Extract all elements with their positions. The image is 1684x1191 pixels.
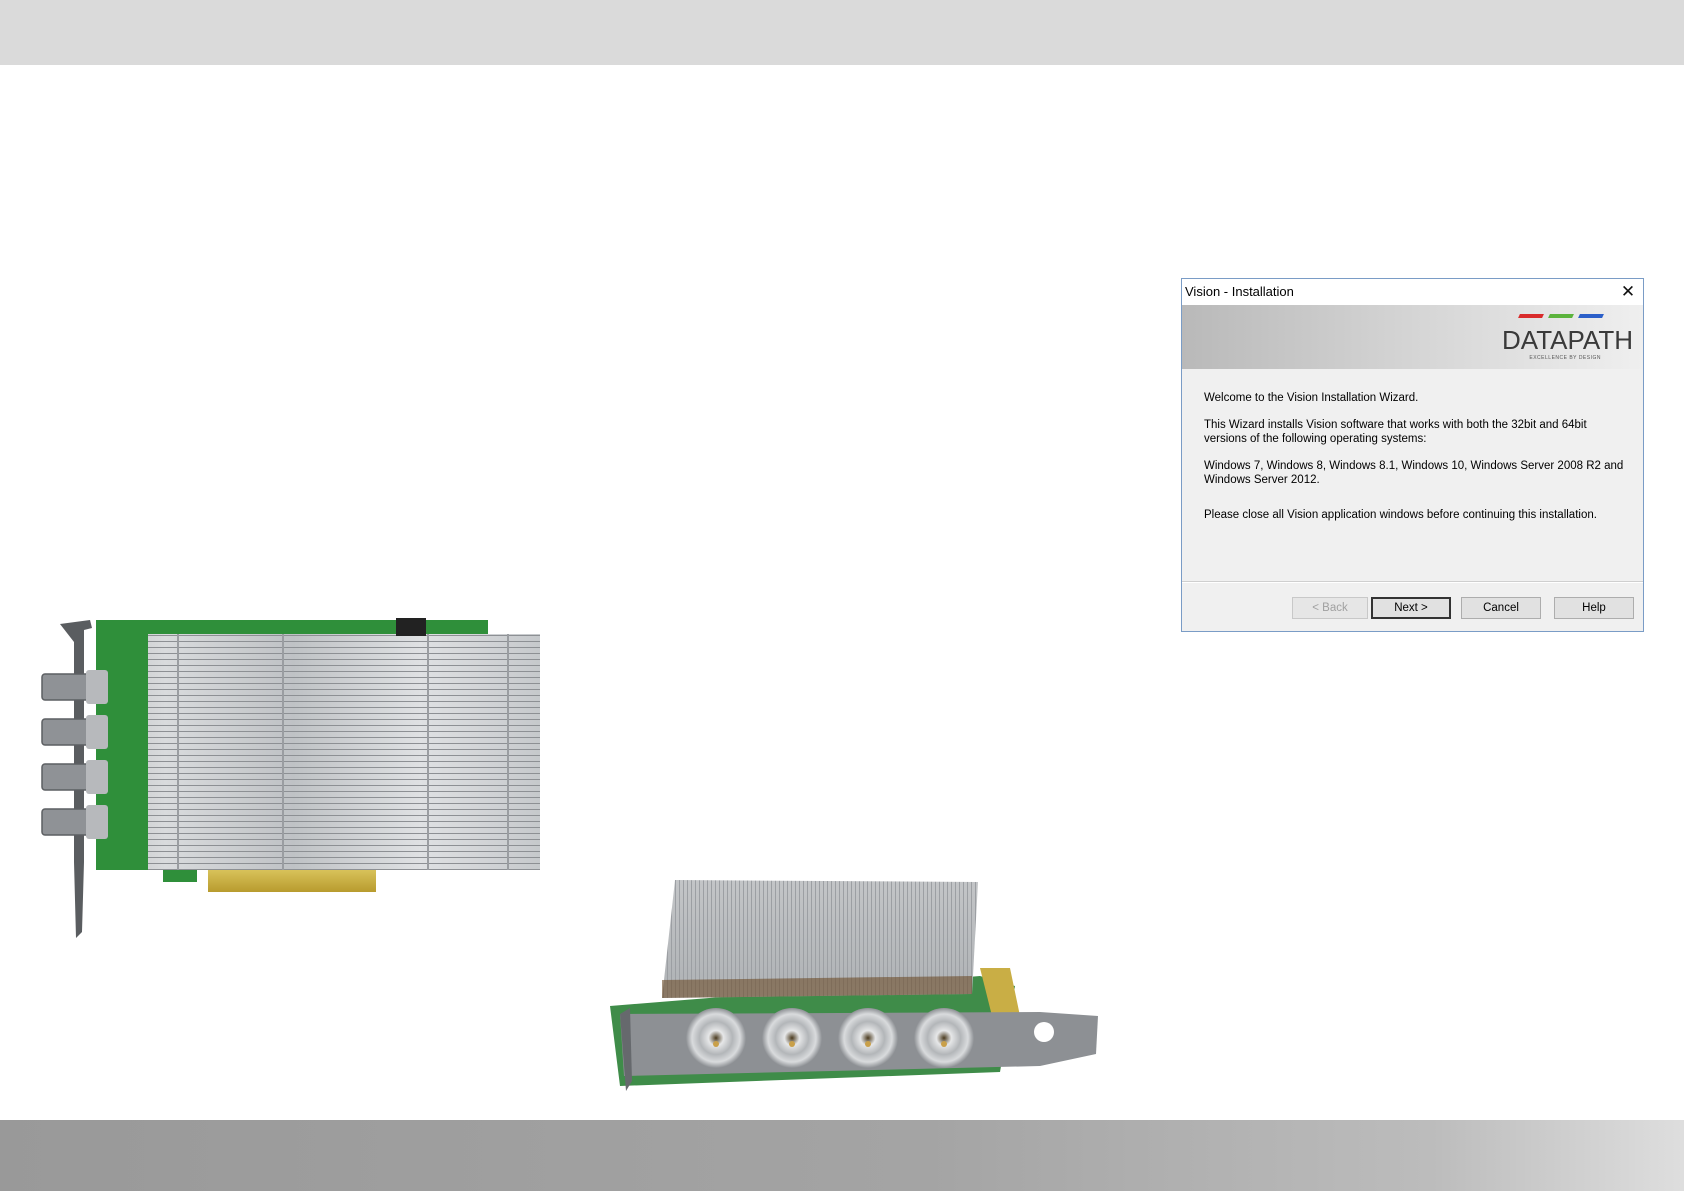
capture-card-side-view: [41, 618, 540, 938]
help-button[interactable]: Help: [1554, 597, 1634, 619]
os-list-text: Windows 7, Windows 8, Windows 8.1, Windo…: [1204, 460, 1624, 486]
top-band: [0, 0, 1684, 65]
logo-bar-blue: [1578, 314, 1604, 318]
dialog-body: Welcome to the Vision Installation Wizar…: [1204, 391, 1624, 535]
dialog-title: Vision - Installation: [1185, 284, 1294, 299]
dialog-divider-highlight: [1182, 582, 1643, 583]
intro-text: This Wizard installs Vision software tha…: [1204, 419, 1587, 445]
cancel-button[interactable]: Cancel: [1461, 597, 1541, 619]
next-button[interactable]: Next >: [1371, 597, 1451, 619]
logo-bar-red: [1518, 314, 1544, 318]
welcome-text: Welcome to the Vision Installation Wizar…: [1204, 392, 1419, 404]
logo-wordmark: DATAPATH: [1502, 325, 1633, 355]
logo-tagline: EXCELLENCE BY DESIGN: [1529, 355, 1601, 361]
datapath-logo: DATAPATH EXCELLENCE BY DESIGN: [1473, 314, 1633, 362]
close-icon[interactable]: ✕: [1613, 279, 1643, 305]
dialog-banner: DATAPATH EXCELLENCE BY DESIGN: [1182, 305, 1643, 369]
dialog-titlebar: Vision - Installation ✕: [1182, 279, 1643, 305]
installer-dialog: Vision - Installation ✕ DATAPATH EXCELLE…: [1181, 278, 1644, 632]
back-button[interactable]: < Back: [1292, 597, 1368, 619]
bottom-band: [0, 1120, 1684, 1191]
capture-card-front-view: [610, 880, 1098, 1091]
close-windows-note: Please close all Vision application wind…: [1204, 509, 1597, 521]
logo-bar-green: [1548, 314, 1574, 318]
logo-color-bars: [1518, 314, 1604, 318]
